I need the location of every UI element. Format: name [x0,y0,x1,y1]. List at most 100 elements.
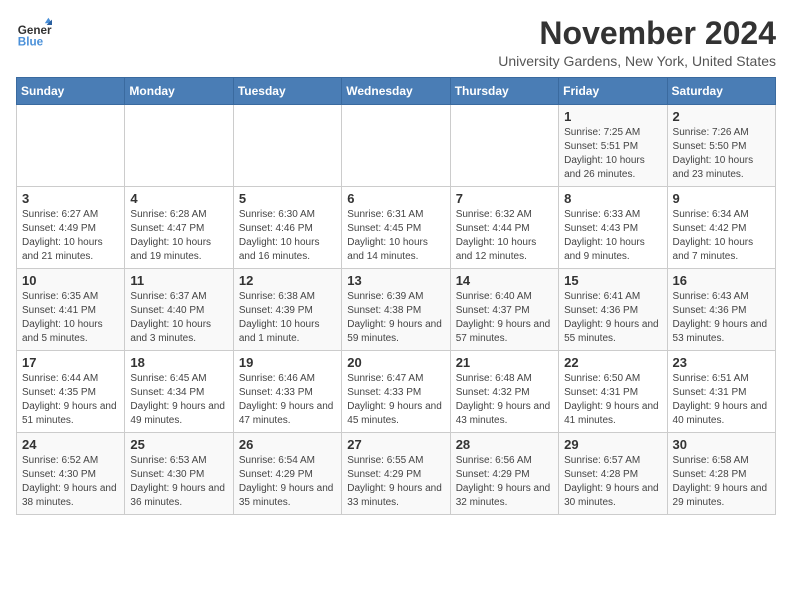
calendar-cell: 24 Sunrise: 6:52 AM Sunset: 4:30 PM Dayli… [17,433,125,515]
page-header: General Blue November 2024 University Ga… [16,16,776,69]
day-info: Sunrise: 6:27 AM Sunset: 4:49 PM Dayligh… [22,208,119,264]
calendar-week-row: 17 Sunrise: 6:44 AM Sunset: 4:35 PM Dayli… [17,351,776,433]
day-info: Sunrise: 6:58 AM Sunset: 4:28 PM Dayligh… [673,454,770,510]
day-info: Sunrise: 6:38 AM Sunset: 4:39 PM Dayligh… [239,290,336,346]
calendar-week-row: 24 Sunrise: 6:52 AM Sunset: 4:30 PM Dayli… [17,433,776,515]
day-info: Sunrise: 6:39 AM Sunset: 4:38 PM Dayligh… [347,290,444,346]
calendar-cell: 10Sunrise: 6:35 AM Sunset: 4:41 PM Dayli… [17,269,125,351]
day-info: Sunrise: 6:33 AM Sunset: 4:43 PM Dayligh… [564,208,661,264]
logo-icon: General Blue [16,16,52,52]
calendar-cell: 29 Sunrise: 6:57 AM Sunset: 4:28 PM Dayli… [559,433,667,515]
day-info: Sunrise: 6:54 AM Sunset: 4:29 PM Dayligh… [239,454,336,510]
day-info: Sunrise: 6:44 AM Sunset: 4:35 PM Dayligh… [22,372,119,428]
day-number: 28 [456,437,553,452]
calendar-cell: 12 Sunrise: 6:38 AM Sunset: 4:39 PM Dayli… [233,269,341,351]
day-info: Sunrise: 6:32 AM Sunset: 4:44 PM Dayligh… [456,208,553,264]
calendar-cell: 22 Sunrise: 6:50 AM Sunset: 4:31 PM Dayli… [559,351,667,433]
day-number: 20 [347,355,444,370]
calendar-week-row: 1 Sunrise: 7:25 AM Sunset: 5:51 PM Daylig… [17,105,776,187]
calendar-cell: 11Sunrise: 6:37 AM Sunset: 4:40 PM Dayli… [125,269,233,351]
day-info: Sunrise: 6:37 AM Sunset: 4:40 PM Dayligh… [130,290,227,346]
calendar-cell: 21 Sunrise: 6:48 AM Sunset: 4:32 PM Dayli… [450,351,558,433]
day-number: 19 [239,355,336,370]
day-number: 17 [22,355,119,370]
calendar-table: SundayMondayTuesdayWednesdayThursdayFrid… [16,77,776,515]
day-info: Sunrise: 6:57 AM Sunset: 4:28 PM Dayligh… [564,454,661,510]
day-number: 15 [564,273,661,288]
day-info: Sunrise: 6:28 AM Sunset: 4:47 PM Dayligh… [130,208,227,264]
calendar-cell: 15 Sunrise: 6:41 AM Sunset: 4:36 PM Dayli… [559,269,667,351]
day-number: 3 [22,191,119,206]
day-info: Sunrise: 6:31 AM Sunset: 4:45 PM Dayligh… [347,208,444,264]
logo: General Blue [16,16,52,52]
day-of-week-header: Thursday [450,78,558,105]
day-info: Sunrise: 6:55 AM Sunset: 4:29 PM Dayligh… [347,454,444,510]
day-of-week-header: Sunday [17,78,125,105]
day-number: 24 [22,437,119,452]
day-info: Sunrise: 6:56 AM Sunset: 4:29 PM Dayligh… [456,454,553,510]
calendar-cell: 17 Sunrise: 6:44 AM Sunset: 4:35 PM Dayli… [17,351,125,433]
calendar-cell: 13 Sunrise: 6:39 AM Sunset: 4:38 PM Dayli… [342,269,450,351]
calendar-header-row: SundayMondayTuesdayWednesdayThursdayFrid… [17,78,776,105]
day-number: 1 [564,109,661,124]
calendar-cell: 6Sunrise: 6:31 AM Sunset: 4:45 PM Daylig… [342,187,450,269]
day-number: 27 [347,437,444,452]
day-number: 25 [130,437,227,452]
calendar-cell: 9 Sunrise: 6:34 AM Sunset: 4:42 PM Daylig… [667,187,775,269]
calendar-cell [17,105,125,187]
day-number: 30 [673,437,770,452]
day-info: Sunrise: 7:25 AM Sunset: 5:51 PM Dayligh… [564,126,661,182]
day-number: 7 [456,191,553,206]
calendar-cell: 28 Sunrise: 6:56 AM Sunset: 4:29 PM Dayli… [450,433,558,515]
calendar-week-row: 3 Sunrise: 6:27 AM Sunset: 4:49 PM Daylig… [17,187,776,269]
title-block: November 2024 University Gardens, New Yo… [498,16,776,69]
day-number: 12 [239,273,336,288]
calendar-cell: 30 Sunrise: 6:58 AM Sunset: 4:28 PM Dayli… [667,433,775,515]
day-number: 16 [673,273,770,288]
day-info: Sunrise: 6:50 AM Sunset: 4:31 PM Dayligh… [564,372,661,428]
day-of-week-header: Tuesday [233,78,341,105]
day-of-week-header: Wednesday [342,78,450,105]
day-info: Sunrise: 6:48 AM Sunset: 4:32 PM Dayligh… [456,372,553,428]
calendar-week-row: 10Sunrise: 6:35 AM Sunset: 4:41 PM Dayli… [17,269,776,351]
day-number: 13 [347,273,444,288]
day-number: 10 [22,273,119,288]
calendar-cell [342,105,450,187]
day-info: Sunrise: 6:43 AM Sunset: 4:36 PM Dayligh… [673,290,770,346]
day-number: 8 [564,191,661,206]
day-number: 29 [564,437,661,452]
day-info: Sunrise: 6:45 AM Sunset: 4:34 PM Dayligh… [130,372,227,428]
day-info: Sunrise: 7:26 AM Sunset: 5:50 PM Dayligh… [673,126,770,182]
day-number: 5 [239,191,336,206]
calendar-cell: 7 Sunrise: 6:32 AM Sunset: 4:44 PM Daylig… [450,187,558,269]
day-of-week-header: Monday [125,78,233,105]
calendar-cell: 25Sunrise: 6:53 AM Sunset: 4:30 PM Dayli… [125,433,233,515]
day-of-week-header: Saturday [667,78,775,105]
calendar-cell: 16 Sunrise: 6:43 AM Sunset: 4:36 PM Dayli… [667,269,775,351]
calendar-cell: 4 Sunrise: 6:28 AM Sunset: 4:47 PM Daylig… [125,187,233,269]
day-number: 14 [456,273,553,288]
calendar-cell: 14 Sunrise: 6:40 AM Sunset: 4:37 PM Dayli… [450,269,558,351]
svg-text:Blue: Blue [18,36,44,49]
day-number: 9 [673,191,770,206]
day-of-week-header: Friday [559,78,667,105]
day-number: 21 [456,355,553,370]
day-info: Sunrise: 6:41 AM Sunset: 4:36 PM Dayligh… [564,290,661,346]
day-info: Sunrise: 6:30 AM Sunset: 4:46 PM Dayligh… [239,208,336,264]
calendar-cell: 23Sunrise: 6:51 AM Sunset: 4:31 PM Dayli… [667,351,775,433]
location-subtitle: University Gardens, New York, United Sta… [498,53,776,69]
day-info: Sunrise: 6:46 AM Sunset: 4:33 PM Dayligh… [239,372,336,428]
calendar-cell: 26 Sunrise: 6:54 AM Sunset: 4:29 PM Dayli… [233,433,341,515]
day-info: Sunrise: 6:52 AM Sunset: 4:30 PM Dayligh… [22,454,119,510]
day-number: 2 [673,109,770,124]
day-number: 26 [239,437,336,452]
day-number: 22 [564,355,661,370]
calendar-cell: 20Sunrise: 6:47 AM Sunset: 4:33 PM Dayli… [342,351,450,433]
day-number: 4 [130,191,227,206]
day-info: Sunrise: 6:34 AM Sunset: 4:42 PM Dayligh… [673,208,770,264]
calendar-cell: 8 Sunrise: 6:33 AM Sunset: 4:43 PM Daylig… [559,187,667,269]
day-info: Sunrise: 6:40 AM Sunset: 4:37 PM Dayligh… [456,290,553,346]
day-number: 18 [130,355,227,370]
calendar-cell: 27 Sunrise: 6:55 AM Sunset: 4:29 PM Dayli… [342,433,450,515]
calendar-cell: 18 Sunrise: 6:45 AM Sunset: 4:34 PM Dayli… [125,351,233,433]
